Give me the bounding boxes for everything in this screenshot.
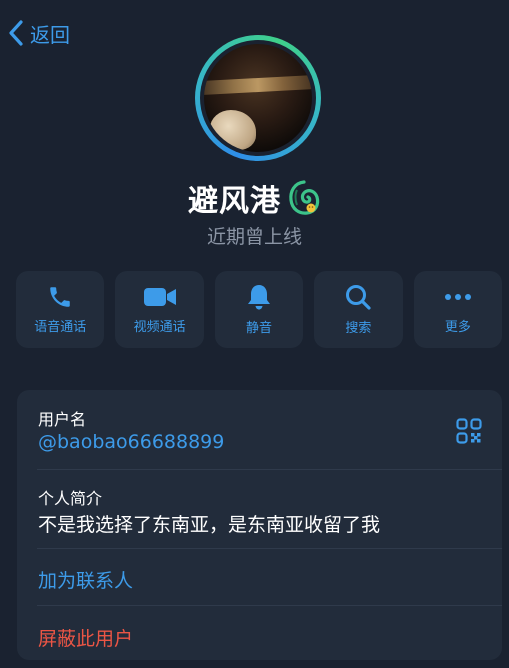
profile-name-row: 避风港	[0, 176, 509, 220]
mute-button[interactable]: 静音	[214, 271, 304, 348]
emoji-status-icon[interactable]	[287, 180, 321, 216]
more-button[interactable]: 更多	[413, 271, 503, 348]
username-label: 用户名	[38, 410, 87, 429]
more-dots-icon	[444, 294, 471, 300]
video-camera-icon	[143, 288, 176, 306]
add-contact-button[interactable]: 加为联系人	[38, 566, 133, 593]
last-seen-status: 近期曾上线	[206, 226, 302, 248]
avatar[interactable]	[195, 35, 321, 161]
action-bar: 语音通话 视频通话 静音 搜索 更多	[16, 271, 503, 348]
add-contact-row[interactable]: 加为联系人	[17, 549, 502, 606]
username-row[interactable]: 用户名 @baobao66688899	[17, 390, 502, 470]
block-user-button[interactable]: 屏蔽此用户	[38, 624, 133, 651]
back-label: 返回	[30, 22, 70, 47]
voice-call-label: 语音通话	[34, 320, 87, 335]
bio-value: 不是我选择了东南亚，是东南亚收留了我	[38, 514, 381, 536]
bio-row: 个人简介 不是我选择了东南亚，是东南亚收留了我	[17, 470, 502, 549]
video-call-button[interactable]: 视频通话	[115, 271, 204, 348]
chevron-left-icon	[9, 20, 23, 46]
voice-call-button[interactable]: 语音通话	[16, 271, 105, 348]
search-icon	[346, 285, 372, 310]
block-user-row[interactable]: 屏蔽此用户	[17, 606, 502, 660]
video-call-label: 视频通话	[133, 320, 186, 335]
info-card: 用户名 @baobao66688899 个人简介 不是我选择了东南亚，是东南亚收…	[17, 390, 502, 660]
username-value[interactable]: @baobao66688899	[38, 431, 224, 453]
bio-label: 个人简介	[38, 489, 103, 508]
qr-code-icon[interactable]	[456, 418, 482, 444]
mute-label: 静音	[246, 321, 273, 336]
search-button[interactable]: 搜索	[314, 271, 403, 348]
phone-icon	[50, 287, 70, 307]
more-label: 更多	[444, 320, 471, 335]
profile-name: 避风港	[188, 184, 281, 219]
search-label: 搜索	[345, 321, 372, 336]
back-button[interactable]: 返回	[6, 18, 70, 48]
bell-icon	[248, 285, 271, 310]
avatar-photo	[204, 44, 312, 152]
